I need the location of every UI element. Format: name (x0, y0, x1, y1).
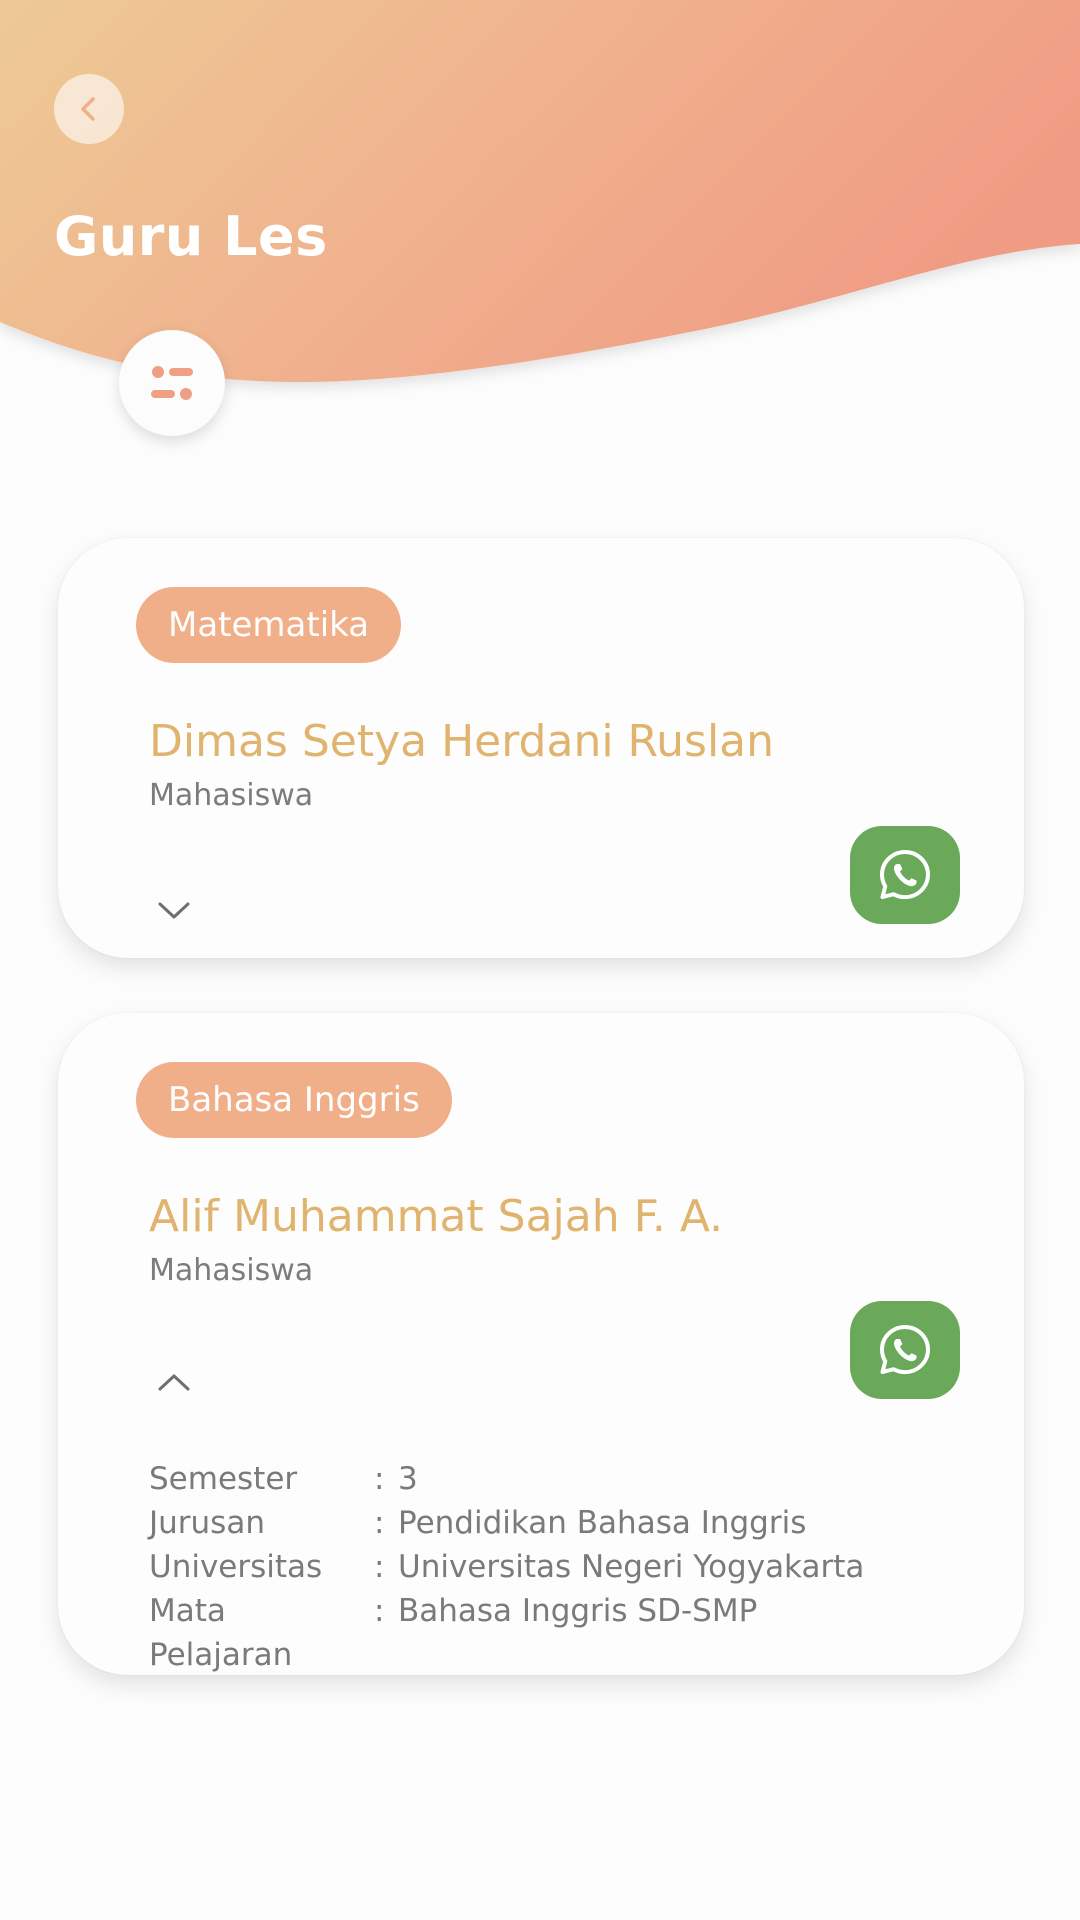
whatsapp-button[interactable] (850, 1301, 960, 1399)
filter-sliders-icon (151, 366, 193, 400)
screen: Guru Les Matematika Dimas Setya Herdani … (0, 0, 1080, 1920)
detail-row-semester: Semester : 3 (149, 1457, 864, 1501)
detail-value: Pendidikan Bahasa Inggris (398, 1505, 807, 1541)
detail-row-jurusan: Jurusan : Pendidikan Bahasa Inggris (149, 1501, 864, 1545)
chevron-up-icon (158, 1374, 190, 1391)
chevron-down-icon (158, 902, 190, 919)
page-title: Guru Les (54, 205, 328, 268)
detail-label: Mata Pelajaran (149, 1593, 293, 1673)
detail-value: 3 (398, 1461, 418, 1497)
collapse-toggle[interactable] (156, 1363, 192, 1403)
tutor-details: Semester : 3 Jurusan : Pendidikan Bahasa… (149, 1457, 864, 1677)
tutor-card: Bahasa Inggris Alif Muhammat Sajah F. A.… (58, 1013, 1024, 1675)
tutor-role: Mahasiswa (149, 778, 314, 813)
detail-label: Semester (149, 1461, 298, 1497)
detail-value: Universitas Negeri Yogyakarta (398, 1549, 865, 1585)
whatsapp-icon (880, 850, 930, 900)
chevron-left-icon (81, 97, 95, 121)
back-button[interactable] (54, 74, 124, 144)
detail-row-universitas: Universitas : Universitas Negeri Yogyaka… (149, 1545, 864, 1589)
detail-separator: : (374, 1549, 385, 1585)
tutor-role: Mahasiswa (149, 1253, 314, 1288)
subject-badge: Matematika (136, 587, 402, 663)
expand-toggle[interactable] (156, 890, 192, 930)
whatsapp-button[interactable] (850, 826, 960, 924)
detail-value: Bahasa Inggris SD-SMP (398, 1593, 758, 1629)
tutor-card: Matematika Dimas Setya Herdani Ruslan Ma… (58, 538, 1024, 958)
whatsapp-icon (880, 1325, 930, 1375)
subject-badge: Bahasa Inggris (136, 1062, 452, 1138)
tutor-name: Alif Muhammat Sajah F. A. (149, 1191, 724, 1242)
detail-separator: : (374, 1505, 385, 1541)
filter-button[interactable] (119, 330, 225, 436)
detail-label: Jurusan (149, 1505, 265, 1541)
detail-row-mata-pelajaran: Mata Pelajaran : Bahasa Inggris SD-SMP (149, 1589, 864, 1677)
detail-label: Universitas (149, 1549, 323, 1585)
detail-separator: : (374, 1461, 385, 1497)
detail-separator: : (374, 1593, 385, 1629)
tutor-name: Dimas Setya Herdani Ruslan (149, 716, 775, 767)
